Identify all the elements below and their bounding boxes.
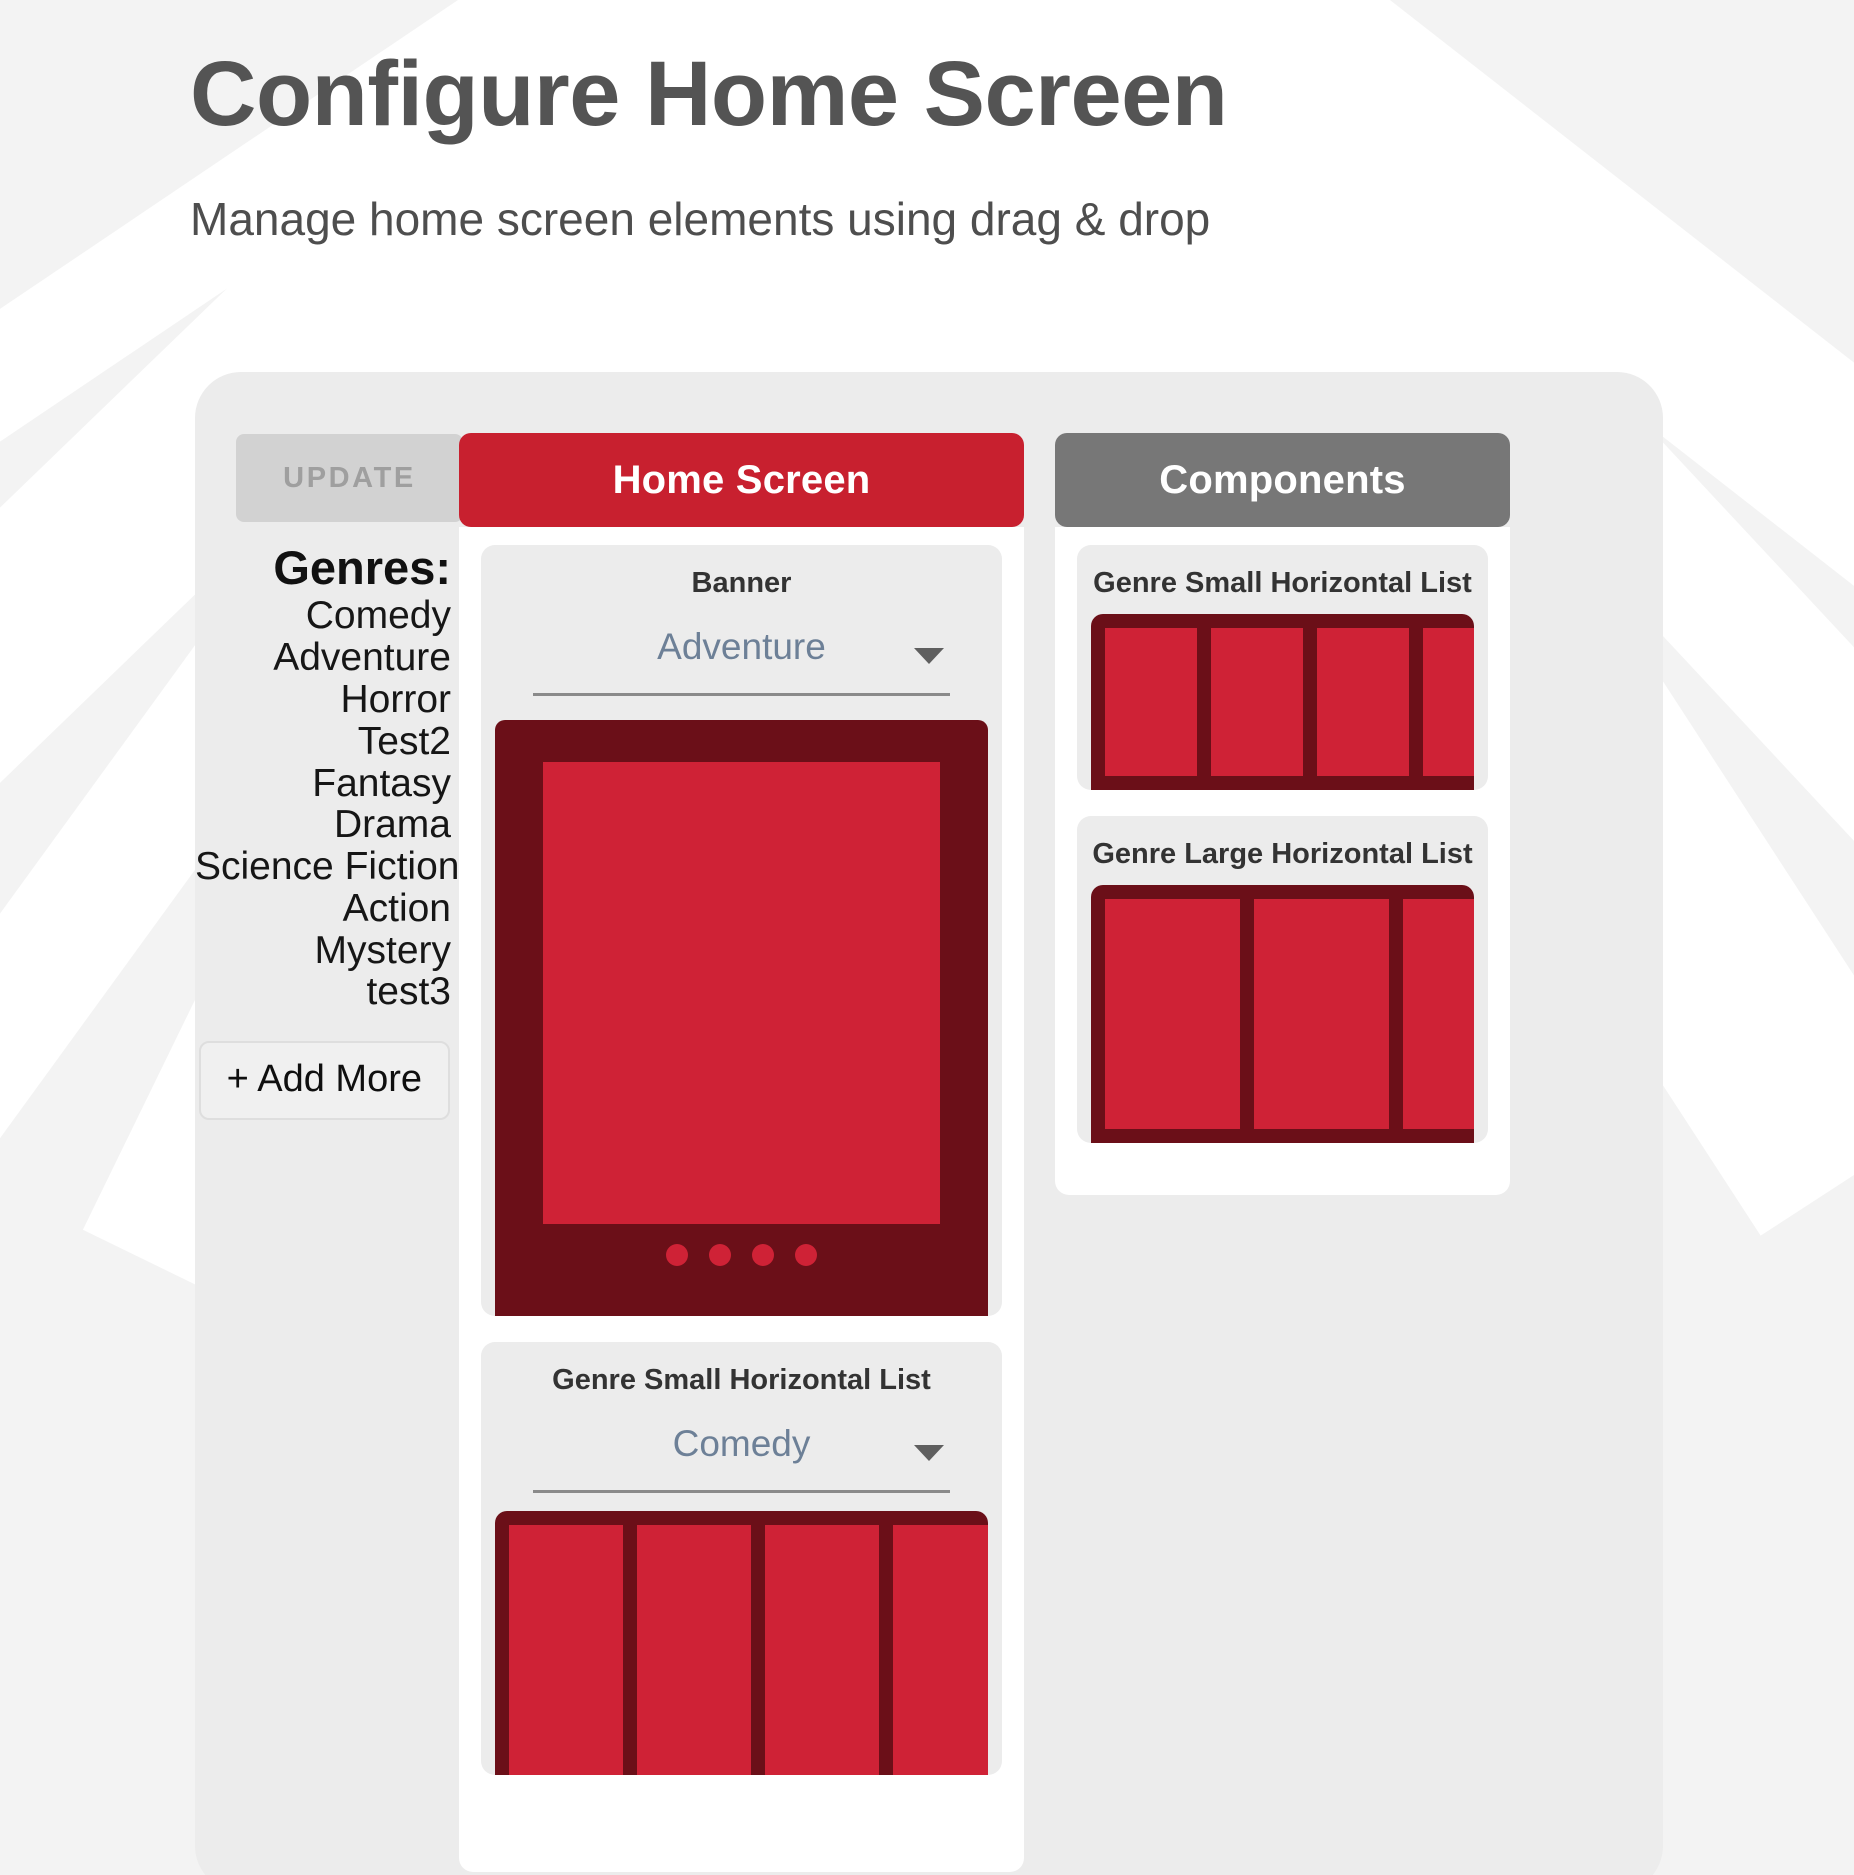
components-list: Genre Small Horizontal List Genre Large H… xyxy=(1055,527,1510,1195)
components-header: Components xyxy=(1055,433,1510,527)
genres-panel: Genres: Comedy Adventure Horror Test2 Fantas… xyxy=(195,540,459,1121)
list-item-tile xyxy=(765,1525,879,1775)
genre-list-item[interactable]: Comedy xyxy=(195,595,451,637)
list-item-tile xyxy=(1105,628,1197,776)
component-title: Genre Large Horizontal List xyxy=(1092,838,1473,870)
large-horizontal-list-preview xyxy=(1091,885,1474,1143)
banner-preview xyxy=(495,720,988,1316)
genre-list-item[interactable]: Drama xyxy=(195,804,451,846)
genre-list-item[interactable]: test3 xyxy=(195,971,451,1013)
genre-list-item[interactable]: Horror xyxy=(195,679,451,721)
home-screen-element[interactable]: Banner Adventure xyxy=(481,545,1002,1316)
update-button[interactable]: UPDATE xyxy=(236,434,463,522)
genres-heading: Genres: xyxy=(273,541,451,594)
page-header: Configure Home Screen Manage home screen… xyxy=(0,0,1854,246)
element-title: Genre Small Horizontal List xyxy=(552,1364,931,1396)
component-card[interactable]: Genre Small Horizontal List xyxy=(1077,545,1488,790)
home-screen-dropzone[interactable]: Banner Adventure Genre Small Horizontal Li… xyxy=(459,527,1024,1872)
list-item-tile xyxy=(1403,899,1474,1129)
genres-list: Comedy Adventure Horror Test2 Fantasy Drama Sc… xyxy=(195,595,459,1013)
list-item-tile xyxy=(1105,899,1240,1129)
component-card[interactable]: Genre Large Horizontal List xyxy=(1077,816,1488,1143)
genre-list-item[interactable]: Action xyxy=(195,888,451,930)
banner-image-placeholder xyxy=(543,762,940,1224)
home-screen-header: Home Screen xyxy=(459,433,1024,527)
genre-list-item[interactable]: Test2 xyxy=(195,721,451,763)
chevron-down-icon xyxy=(914,1445,944,1461)
genre-list-item[interactable]: Mystery xyxy=(195,930,452,972)
components-column: Components Genre Small Horizontal List Ge… xyxy=(1055,372,1510,1195)
sidebar-column: UPDATE Genres: Comedy Adventure Horror Test… xyxy=(195,372,463,1875)
genre-select[interactable]: Adventure xyxy=(533,618,950,696)
banner-page-indicator xyxy=(495,1244,988,1266)
list-item-tile xyxy=(1317,628,1409,776)
element-title: Banner xyxy=(691,567,792,599)
add-more-button[interactable]: + Add More xyxy=(198,1041,450,1121)
page-subtitle: Manage home screen elements using drag &… xyxy=(190,193,1211,245)
page-title: Configure Home Screen xyxy=(190,43,1228,145)
genre-select[interactable]: Comedy xyxy=(533,1415,950,1493)
app-root: Configure Home Screen Manage home screen… xyxy=(0,0,1854,1875)
genre-list-item[interactable]: Science Fiction xyxy=(195,846,459,888)
list-item-tile xyxy=(509,1525,623,1775)
small-horizontal-list-preview xyxy=(1091,614,1474,790)
home-screen-column: Home Screen Banner Adventure Genre Small H… xyxy=(459,372,1024,1872)
genre-list-item[interactable]: Fantasy xyxy=(195,763,451,805)
list-item-tile xyxy=(637,1525,751,1775)
page-dot xyxy=(752,1244,774,1266)
genre-list-item[interactable]: Adventure xyxy=(195,637,451,679)
add-more-row: + Add More xyxy=(195,1041,451,1121)
small-horizontal-list-preview xyxy=(495,1511,988,1775)
page-dot xyxy=(795,1244,817,1266)
component-title: Genre Small Horizontal List xyxy=(1093,567,1472,599)
home-screen-element[interactable]: Genre Small Horizontal List Comedy xyxy=(481,1342,1002,1775)
list-item-tile xyxy=(1211,628,1303,776)
chevron-down-icon xyxy=(914,648,944,664)
configurator-panel: UPDATE Genres: Comedy Adventure Horror Test… xyxy=(195,372,1663,1875)
page-dot xyxy=(666,1244,688,1266)
genre-select-value: Comedy xyxy=(672,1423,811,1464)
genre-select-value: Adventure xyxy=(657,626,826,667)
list-item-tile xyxy=(1423,628,1474,776)
page-dot xyxy=(709,1244,731,1266)
list-item-tile xyxy=(1254,899,1389,1129)
list-item-tile xyxy=(893,1525,988,1775)
